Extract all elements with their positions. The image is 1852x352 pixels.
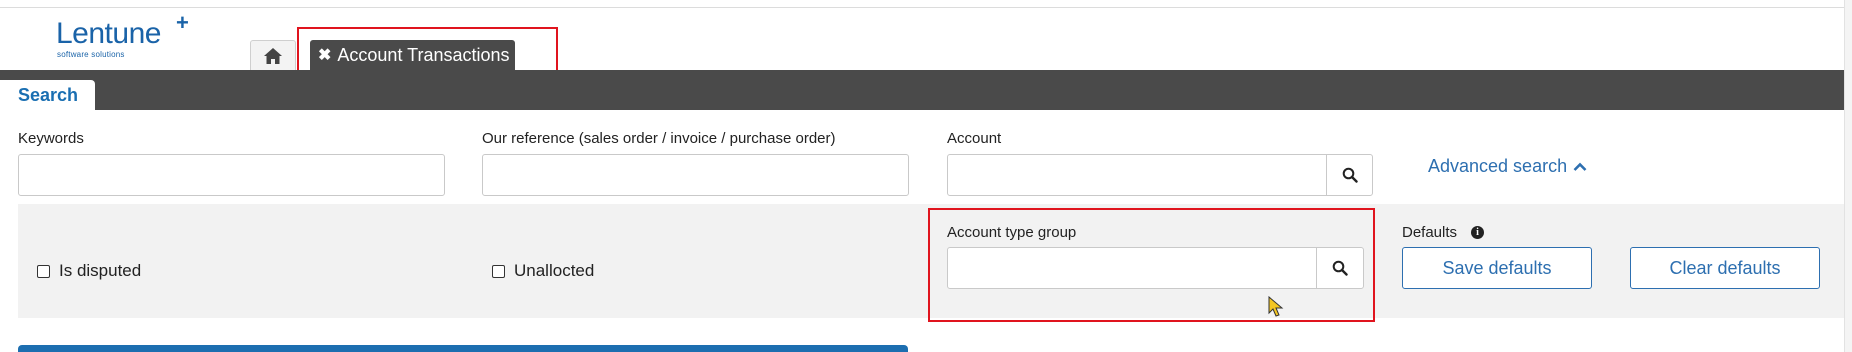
top-border [0,0,1852,8]
lentune-logo: Lentune + software solutions [56,10,216,66]
unallocated-label: Unallocted [514,261,595,280]
logo-plus: + [176,10,189,35]
logo-tagline: software solutions [57,50,125,59]
defaults-label-row: Defaults i [1402,224,1485,241]
advanced-search-label: Advanced search [1428,156,1568,176]
our-reference-label: Our reference (sales order / invoice / p… [482,130,836,147]
account-input[interactable] [947,154,1327,196]
checkbox-box[interactable] [37,264,50,278]
is-disputed-label: Is disputed [59,261,142,280]
account-label: Account [947,130,1002,147]
clear-defaults-button[interactable]: Clear defaults [1630,247,1820,289]
checkbox-box[interactable] [492,264,505,278]
keywords-label: Keywords [18,130,84,147]
search-icon [1342,167,1358,183]
home-icon [264,47,282,64]
tab-search[interactable]: Search [0,80,95,111]
mouse-cursor-icon [1268,296,1284,317]
logo-name: Lentune [56,17,161,50]
scrollbar[interactable] [1844,0,1852,352]
advanced-search-link[interactable]: Advanced search [1428,156,1587,177]
home-tab[interactable] [250,40,296,70]
search-button-partial[interactable] [18,345,908,352]
info-icon[interactable]: i [1471,226,1485,239]
unallocated-checkbox[interactable]: Unallocted [492,261,594,281]
tab-strip [0,70,1852,110]
is-disputed-checkbox[interactable]: Is disputed [37,261,141,281]
highlight-box-account-type-group [928,208,1375,322]
our-reference-input[interactable] [482,154,909,196]
account-search-button[interactable] [1326,154,1373,196]
save-defaults-button[interactable]: Save defaults [1402,247,1592,289]
defaults-label: Defaults [1402,224,1458,241]
chevron-up-icon [1573,162,1587,171]
keywords-input[interactable] [18,154,445,196]
